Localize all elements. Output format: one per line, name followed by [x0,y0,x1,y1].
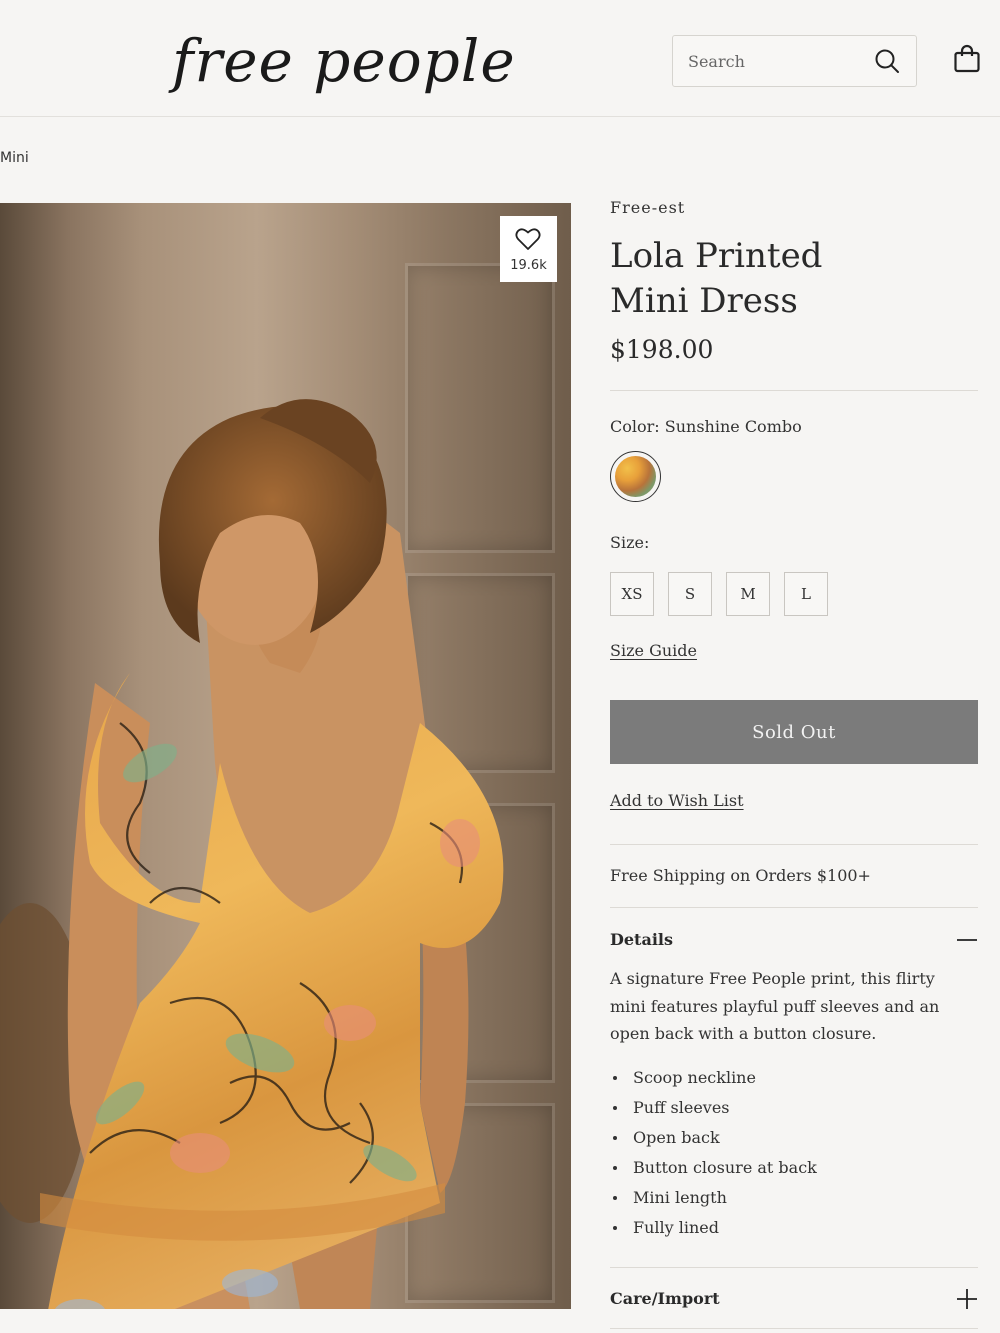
size-s-button[interactable]: S [668,572,712,616]
size-l-button[interactable]: L [784,572,828,616]
heart-icon [515,228,541,250]
add-to-wishlist-link[interactable]: Add to Wish List [610,791,744,810]
details-heading[interactable]: Details [610,930,673,949]
size-m-button[interactable]: M [726,572,770,616]
site-header: free people [0,0,1000,117]
list-item: Puff sleeves [610,1093,817,1123]
divider [610,390,978,391]
search-input[interactable] [673,36,863,86]
list-item: Open back [610,1123,817,1153]
plus-icon[interactable] [956,1288,978,1310]
care-import-heading[interactable]: Care/Import [610,1289,720,1308]
search-icon[interactable] [873,47,901,75]
favorite-button[interactable]: 19.6k [500,216,557,282]
divider [610,1267,978,1268]
shipping-info: Free Shipping on Orders $100+ [610,866,871,885]
product-title: Lola Printed Mini Dress [610,234,980,324]
breadcrumb[interactable]: Mini [0,150,29,166]
minus-icon[interactable] [956,929,978,951]
product-brand[interactable]: Free-est [610,198,685,217]
favorite-count: 19.6k [510,258,547,273]
list-item: Fully lined [610,1213,817,1243]
list-item: Button closure at back [610,1153,817,1183]
divider [610,1328,978,1329]
size-guide-link[interactable]: Size Guide [610,641,697,660]
list-item: Mini length [610,1183,817,1213]
shopping-bag-icon[interactable] [952,44,982,74]
color-swatch-sunshine-combo[interactable] [610,451,661,502]
product-description: A signature Free People print, this flir… [610,969,940,1043]
divider [610,907,978,908]
brand-logo[interactable]: free people [172,22,522,100]
product-image[interactable] [0,203,571,1309]
list-item: Scoop neckline [610,1063,817,1093]
logo-text: free people [172,27,516,95]
product-title-line1: Lola Printed [610,236,823,276]
sold-out-button[interactable]: Sold Out [610,700,978,764]
details-list: Scoop neckline Puff sleeves Open back Bu… [610,1063,817,1243]
color-label: Color: Sunshine Combo [610,417,802,436]
product-title-line2: Mini Dress [610,281,798,321]
size-label: Size: [610,533,650,552]
product-price: $198.00 [610,335,714,364]
divider [610,844,978,845]
swatch-fill [615,456,656,497]
size-xs-button[interactable]: XS [610,572,654,616]
